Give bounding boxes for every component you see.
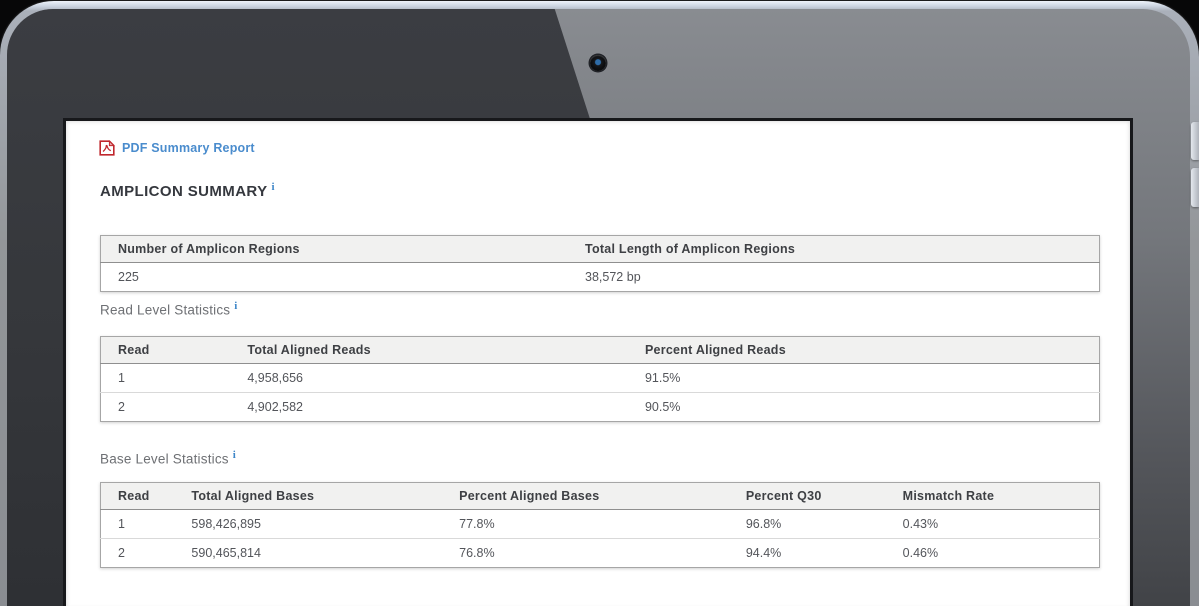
col-header: Percent Q30 <box>729 483 886 510</box>
table-row: 1 4,958,656 91.5% <box>101 364 1100 393</box>
read-level-statistics-table: Read Total Aligned Reads Percent Aligned… <box>100 336 1100 422</box>
cell-mismatch-rate: 0.46% <box>886 539 1100 568</box>
cell-percent-q30: 94.4% <box>729 539 886 568</box>
col-header: Percent Aligned Reads <box>628 337 1100 364</box>
table-row: 225 38,572 bp <box>101 263 1100 292</box>
col-header: Mismatch Rate <box>886 483 1100 510</box>
cell-total-length: 38,572 bp <box>568 263 1099 292</box>
volume-up-button <box>1191 122 1199 160</box>
col-header: Total Aligned Bases <box>174 483 442 510</box>
cell-total-aligned-bases: 590,465,814 <box>174 539 442 568</box>
cell-read: 2 <box>101 393 231 422</box>
table-row: 1 598,426,895 77.8% 96.8% 0.43% <box>101 510 1100 539</box>
col-header: Percent Aligned Bases <box>442 483 729 510</box>
pdf-link-label: PDF Summary Report <box>122 141 255 155</box>
section-title-amplicon-summary: AMPLICON SUMMARYi <box>100 181 275 200</box>
table-row: 2 4,902,582 90.5% <box>101 393 1100 422</box>
col-header: Read <box>101 483 175 510</box>
table-header-row: Read Total Aligned Reads Percent Aligned… <box>101 337 1100 364</box>
table-header-row: Number of Amplicon Regions Total Length … <box>101 236 1100 263</box>
amplicon-summary-table: Number of Amplicon Regions Total Length … <box>100 235 1100 292</box>
col-header: Read <box>101 337 231 364</box>
tablet-screen: PDF Summary Report AMPLICON SUMMARYi Num… <box>63 118 1133 606</box>
cell-read: 1 <box>101 510 175 539</box>
cell-read: 2 <box>101 539 175 568</box>
cell-total-aligned-reads: 4,958,656 <box>230 364 628 393</box>
info-icon-amplicon[interactable]: i <box>272 181 275 193</box>
cell-number-of-regions: 225 <box>101 263 569 292</box>
cell-total-aligned-bases: 598,426,895 <box>174 510 442 539</box>
cell-total-aligned-reads: 4,902,582 <box>230 393 628 422</box>
table-row: 2 590,465,814 76.8% 94.4% 0.46% <box>101 539 1100 568</box>
col-header: Number of Amplicon Regions <box>101 236 569 263</box>
volume-down-button <box>1191 168 1199 207</box>
table-header-row: Read Total Aligned Bases Percent Aligned… <box>101 483 1100 510</box>
cell-percent-aligned-bases: 76.8% <box>442 539 729 568</box>
base-level-statistics-label: Base Level Statisticsi <box>100 449 236 467</box>
col-header: Total Length of Amplicon Regions <box>568 236 1099 263</box>
cell-mismatch-rate: 0.43% <box>886 510 1100 539</box>
front-camera-icon <box>590 55 606 71</box>
read-level-statistics-label: Read Level Statisticsi <box>100 300 238 318</box>
cell-percent-aligned-reads: 91.5% <box>628 364 1100 393</box>
info-icon-read-level[interactable]: i <box>234 300 237 312</box>
info-icon-base-level[interactable]: i <box>233 449 236 461</box>
base-level-statistics-table: Read Total Aligned Bases Percent Aligned… <box>100 482 1100 568</box>
report-page: PDF Summary Report AMPLICON SUMMARYi Num… <box>66 121 1130 606</box>
pdf-summary-report-link[interactable]: PDF Summary Report <box>99 140 255 156</box>
cell-percent-aligned-reads: 90.5% <box>628 393 1100 422</box>
col-header: Total Aligned Reads <box>230 337 628 364</box>
pdf-file-icon <box>99 140 115 156</box>
tablet-bezel: PDF Summary Report AMPLICON SUMMARYi Num… <box>7 9 1190 606</box>
cell-read: 1 <box>101 364 231 393</box>
cell-percent-q30: 96.8% <box>729 510 886 539</box>
cell-percent-aligned-bases: 77.8% <box>442 510 729 539</box>
tablet-frame: PDF Summary Report AMPLICON SUMMARYi Num… <box>0 1 1199 606</box>
